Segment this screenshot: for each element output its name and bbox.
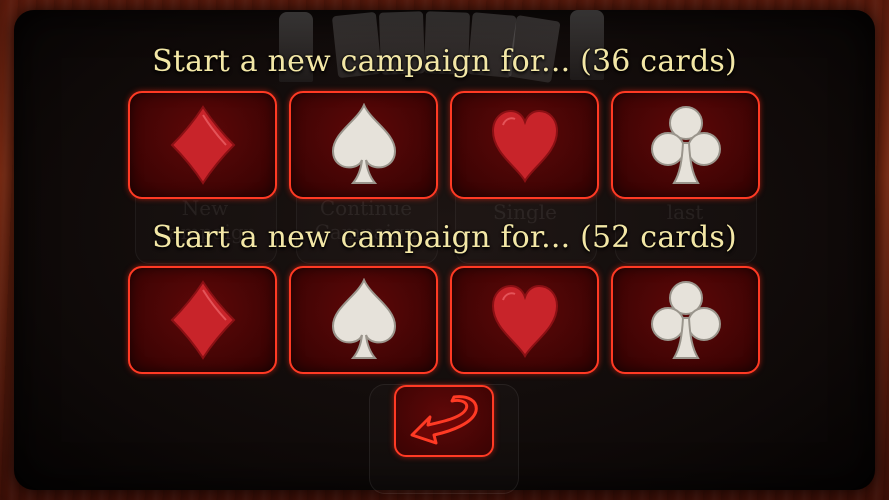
spade-icon	[331, 103, 396, 184]
diamond-icon	[170, 105, 235, 185]
suit-row-36-cards	[128, 91, 762, 199]
campaign-36-diamonds-button[interactable]	[128, 91, 277, 199]
spade-icon	[331, 278, 396, 359]
heading-36-cards: Start a new campaign for... (36 cards)	[152, 44, 737, 79]
back-button[interactable]	[394, 385, 494, 457]
campaign-36-spades-button[interactable]	[289, 91, 438, 199]
heart-icon	[491, 284, 558, 358]
club-icon	[650, 281, 721, 359]
heading-52-cards: Start a new campaign for... (52 cards)	[152, 220, 737, 255]
undo-arrow-icon	[410, 395, 478, 445]
campaign-52-clubs-button[interactable]	[611, 266, 760, 374]
suit-row-52-cards	[128, 266, 762, 374]
campaign-52-spades-button[interactable]	[289, 266, 438, 374]
club-icon	[650, 106, 721, 184]
campaign-36-clubs-button[interactable]	[611, 91, 760, 199]
diamond-icon	[170, 280, 235, 360]
heart-icon	[491, 109, 558, 183]
campaign-36-hearts-button[interactable]	[450, 91, 599, 199]
campaign-52-diamonds-button[interactable]	[128, 266, 277, 374]
campaign-52-hearts-button[interactable]	[450, 266, 599, 374]
